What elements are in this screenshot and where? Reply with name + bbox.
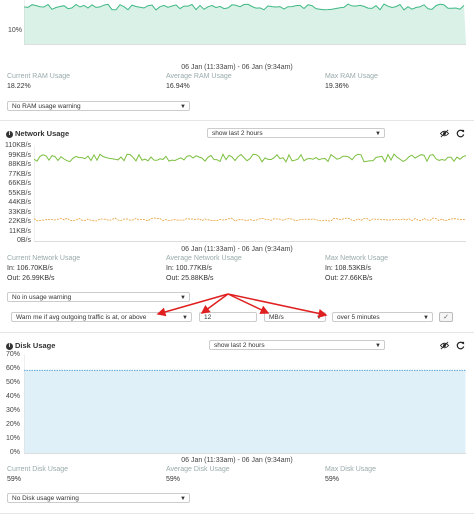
- disk-average-label: Average Disk Usage: [166, 466, 230, 473]
- divider: [0, 513, 474, 514]
- disk-ytick: 60%: [5, 365, 20, 372]
- disk-ytick: 10%: [5, 435, 20, 442]
- caret-down-icon: ▼: [375, 343, 381, 349]
- disk-area: [24, 370, 466, 453]
- disk-ytick: 0%: [9, 449, 20, 456]
- arrow-to-value: [200, 293, 229, 314]
- disk-plot: [24, 355, 466, 454]
- disk-warning-select-value: No Disk usage warning: [12, 495, 79, 502]
- eye-icon[interactable]: [439, 341, 450, 350]
- refresh-icon[interactable]: [456, 341, 465, 350]
- divider: [0, 332, 474, 333]
- arrow-to-condition: [156, 293, 229, 317]
- arrow-to-unit: [227, 293, 270, 314]
- arrow-to-duration: [227, 293, 328, 318]
- disk-average-value: 59%: [166, 476, 181, 483]
- caret-down-icon: ▼: [180, 496, 186, 502]
- disk-period-select-value: show last 2 hours: [214, 342, 265, 349]
- disk-max-value: 59%: [325, 476, 340, 483]
- disk-time-range: 06 Jan (11:33am) - 06 Jan (9:34am): [181, 457, 293, 464]
- disk-warning-select[interactable]: No Disk usage warning ▼: [7, 493, 190, 503]
- disk-title-text: Disk Usage: [15, 341, 56, 350]
- disk-current-label: Current Disk Usage: [7, 466, 69, 473]
- info-icon: i: [6, 342, 13, 350]
- disk-period-select[interactable]: show last 2 hours ▼: [209, 340, 385, 350]
- disk-ytick: 40%: [5, 393, 20, 400]
- disk-section-title: i Disk Usage: [6, 341, 55, 350]
- disk-current-value: 59%: [7, 476, 22, 483]
- disk-ytick: 20%: [5, 421, 20, 428]
- disk-ytick: 70%: [5, 351, 20, 358]
- disk-ytick: 30%: [5, 407, 20, 414]
- disk-ytick: 50%: [5, 379, 20, 386]
- disk-max-label: Max Disk Usage: [325, 466, 376, 473]
